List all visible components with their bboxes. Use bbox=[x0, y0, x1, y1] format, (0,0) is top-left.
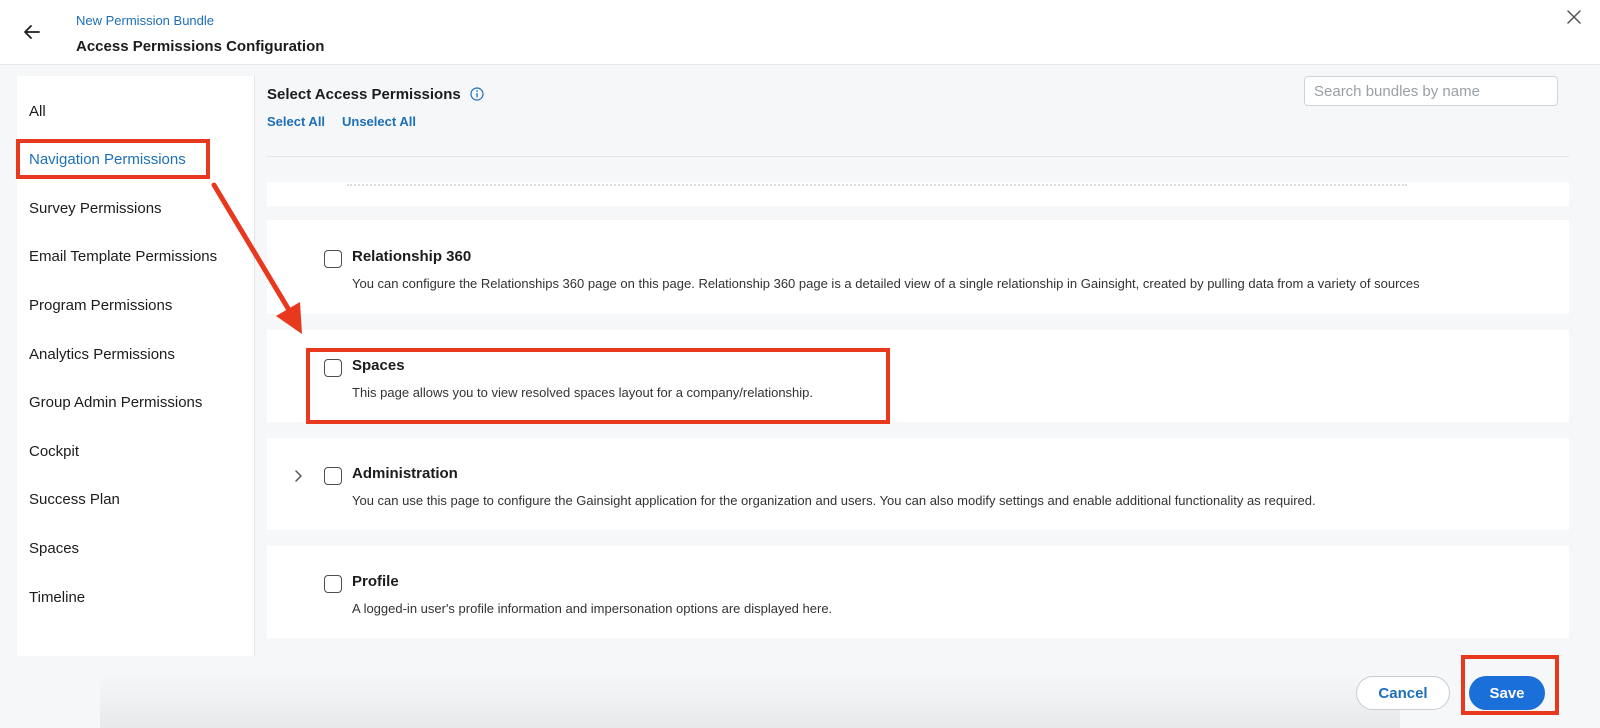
sidebar-item-timeline[interactable]: Timeline bbox=[29, 586, 85, 610]
sidebar-item-spaces[interactable]: Spaces bbox=[29, 537, 79, 561]
permission-title: Spaces bbox=[352, 357, 405, 374]
permission-title: Relationship 360 bbox=[352, 248, 472, 265]
sidebar-item-navigation-permissions[interactable]: Navigation Permissions bbox=[29, 148, 186, 172]
arrow-left-icon bbox=[24, 25, 40, 39]
permission-item-spaces: Spaces This page allows you to view reso… bbox=[267, 330, 1569, 422]
search-input[interactable] bbox=[1304, 76, 1558, 106]
sidebar-item-survey-permissions[interactable]: Survey Permissions bbox=[29, 197, 162, 221]
permission-item-profile: Profile A logged-in user's profile infor… bbox=[267, 546, 1569, 638]
permission-title: Profile bbox=[352, 573, 399, 590]
checkbox-profile[interactable] bbox=[324, 575, 342, 593]
sidebar-item-cockpit[interactable]: Cockpit bbox=[29, 440, 79, 464]
permission-title: Administration bbox=[352, 465, 458, 482]
breadcrumb[interactable]: New Permission Bundle bbox=[76, 13, 214, 28]
sidebar-item-all[interactable]: All bbox=[29, 100, 46, 124]
cancel-button[interactable]: Cancel bbox=[1356, 676, 1450, 710]
back-button[interactable] bbox=[20, 20, 44, 44]
sidebar-item-group-admin-permissions[interactable]: Group Admin Permissions bbox=[29, 391, 202, 415]
permissions-panel: Select Access Permissions Select All Uns… bbox=[255, 76, 1583, 656]
clipped-text bbox=[347, 184, 1407, 190]
sidebar: All Navigation Permissions Survey Permis… bbox=[17, 76, 255, 656]
page-title: Access Permissions Configuration bbox=[76, 38, 325, 55]
permission-item-relationship-360: Relationship 360 You can configure the R… bbox=[267, 220, 1569, 314]
chevron-right-icon[interactable] bbox=[291, 469, 305, 483]
permission-item-administration: Administration You can use this page to … bbox=[267, 438, 1569, 530]
close-icon bbox=[1567, 10, 1581, 24]
permissions-toolbar: Select Access Permissions Select All Uns… bbox=[267, 76, 1569, 157]
sidebar-item-email-template-permissions[interactable]: Email Template Permissions bbox=[29, 245, 217, 269]
checkbox-relationship-360[interactable] bbox=[324, 250, 342, 268]
partial-list-item bbox=[267, 182, 1569, 206]
save-button[interactable]: Save bbox=[1469, 676, 1545, 710]
sidebar-item-success-plan[interactable]: Success Plan bbox=[29, 488, 120, 512]
permission-description: You can use this page to configure the G… bbox=[352, 493, 1316, 508]
close-button[interactable] bbox=[1563, 6, 1585, 28]
info-icon[interactable] bbox=[470, 87, 484, 101]
sidebar-item-analytics-permissions[interactable]: Analytics Permissions bbox=[29, 343, 175, 367]
section-title: Select Access Permissions bbox=[267, 86, 461, 103]
permission-description: This page allows you to view resolved sp… bbox=[352, 385, 814, 400]
unselect-all-link[interactable]: Unselect All bbox=[342, 114, 416, 129]
permission-description: You can configure the Relationships 360 … bbox=[352, 276, 1420, 291]
select-all-link[interactable]: Select All bbox=[267, 114, 325, 129]
footer-shadow bbox=[100, 674, 1400, 728]
page-header: New Permission Bundle Access Permissions… bbox=[0, 0, 1600, 65]
sidebar-item-program-permissions[interactable]: Program Permissions bbox=[29, 294, 172, 318]
checkbox-spaces[interactable] bbox=[324, 359, 342, 377]
permission-description: A logged-in user's profile information a… bbox=[352, 601, 833, 616]
checkbox-administration[interactable] bbox=[324, 467, 342, 485]
